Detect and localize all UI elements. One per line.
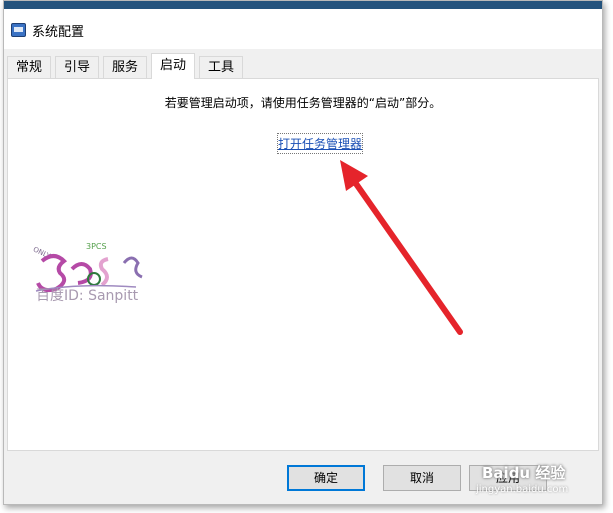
open-task-manager-link[interactable]: 打开任务管理器: [276, 133, 364, 154]
tab-boot[interactable]: 引导: [55, 56, 100, 78]
window-title: 系统配置: [32, 25, 85, 40]
msconfig-app-icon: [11, 23, 26, 37]
ok-button[interactable]: 确定: [287, 465, 365, 491]
baidu-jingyan-watermark: Baidu 经验: [482, 464, 566, 482]
desktop-strip: [4, 1, 602, 9]
tab-services[interactable]: 服务: [103, 56, 148, 78]
watermark-text: 百度ID: Sanpitt: [36, 288, 139, 304]
logo-3pcs-text: 3PCS: [86, 242, 107, 251]
title-bar[interactable]: 系统配置: [4, 9, 602, 49]
baidu-jingyan-url: jingyan.baidu.com: [476, 484, 569, 495]
cancel-button[interactable]: 取消: [383, 465, 461, 491]
tab-startup[interactable]: 启动: [151, 53, 196, 79]
startup-notice: 若要管理启动项，请使用任务管理器的“启动”部分。: [164, 96, 442, 110]
system-config-window: 系统配置 常规 引导 服务 启动 工具 若要管理启动项，请使用任务管理器的“启动…: [3, 0, 603, 505]
tab-general[interactable]: 常规: [7, 56, 52, 78]
startup-panel: 若要管理启动项，请使用任务管理器的“启动”部分。 打开任务管理器 ONLY 3P…: [7, 78, 599, 451]
tab-tools[interactable]: 工具: [199, 56, 244, 78]
tab-strip: 常规 引导 服务 启动 工具: [4, 49, 602, 79]
